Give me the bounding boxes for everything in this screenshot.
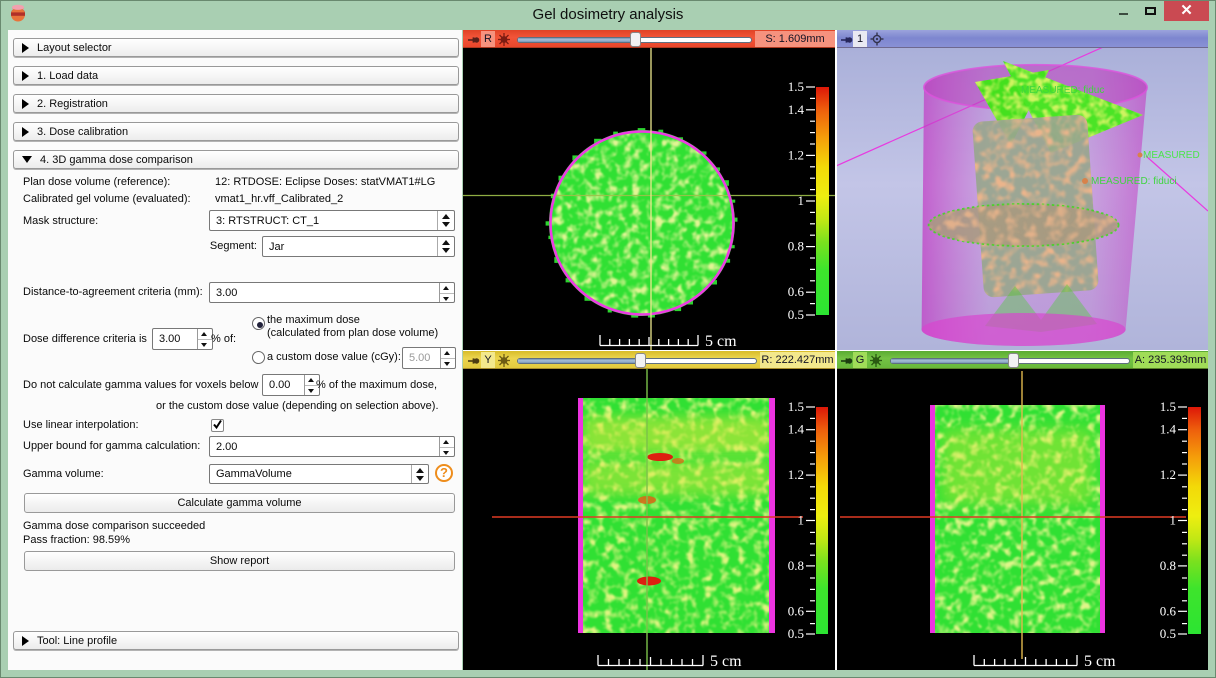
svg-text:0.6: 0.6 bbox=[788, 284, 805, 299]
svg-text:5 cm: 5 cm bbox=[1084, 653, 1116, 670]
svg-text:0.6: 0.6 bbox=[788, 603, 805, 618]
svg-text:0.8: 0.8 bbox=[788, 558, 804, 573]
svg-text:1.5: 1.5 bbox=[788, 79, 804, 94]
svg-text:1.4: 1.4 bbox=[788, 422, 805, 437]
svg-text:0.5: 0.5 bbox=[788, 307, 804, 322]
svg-text:0.8: 0.8 bbox=[788, 239, 804, 254]
svg-text:0.5: 0.5 bbox=[1160, 626, 1176, 641]
svg-text:1.2: 1.2 bbox=[788, 147, 804, 162]
svg-text:0.6: 0.6 bbox=[1160, 603, 1177, 618]
svg-text:1.2: 1.2 bbox=[788, 467, 804, 482]
svg-text:1: 1 bbox=[798, 193, 805, 208]
svg-text:1: 1 bbox=[1170, 513, 1177, 528]
svg-text:5 cm: 5 cm bbox=[705, 333, 737, 350]
svg-text:MEASURED: fiduci: MEASURED: fiduci bbox=[1091, 176, 1177, 187]
svg-text:0.5: 0.5 bbox=[788, 626, 804, 641]
svg-text:1.2: 1.2 bbox=[1160, 467, 1176, 482]
svg-text:1.5: 1.5 bbox=[788, 399, 804, 414]
svg-text:1.4: 1.4 bbox=[788, 102, 805, 117]
svg-text:0.8: 0.8 bbox=[1160, 558, 1176, 573]
svg-text:MEASURED: fiduc: MEASURED: fiduc bbox=[1021, 85, 1104, 96]
svg-text:1.5: 1.5 bbox=[1160, 399, 1176, 414]
svg-text:1.4: 1.4 bbox=[1160, 422, 1177, 437]
svg-text:MEASURED: MEASURED bbox=[1143, 150, 1200, 161]
svg-text:1: 1 bbox=[798, 513, 805, 528]
svg-text:5 cm: 5 cm bbox=[710, 653, 742, 670]
